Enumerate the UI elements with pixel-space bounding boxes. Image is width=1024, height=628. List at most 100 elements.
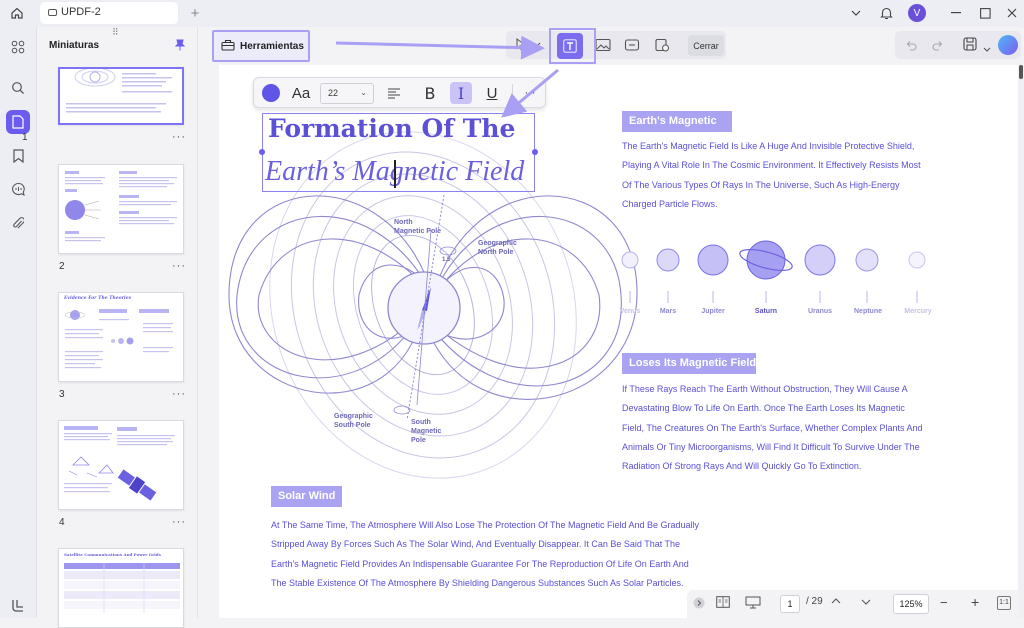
bookmark-icon[interactable] (6, 144, 30, 168)
updf-logo-icon[interactable] (6, 593, 30, 617)
add-text-tool-icon[interactable] (557, 33, 583, 59)
page-number-4: 4 (59, 517, 65, 528)
title-bar: UPDF-2 + V (0, 0, 1024, 27)
pin-icon[interactable] (174, 38, 186, 56)
font-family-button[interactable]: Aa (288, 83, 314, 103)
format-divider (512, 84, 513, 103)
undo-icon[interactable] (905, 38, 917, 56)
attachment-icon[interactable] (6, 211, 30, 235)
next-page-icon[interactable] (861, 598, 871, 609)
more-options-button[interactable]: ··· (520, 83, 540, 103)
loses-line: Animals Or Tiny Microorganisms, Will Fin… (622, 441, 920, 452)
thumbnail-scrollbar[interactable] (199, 27, 218, 618)
zoom-in-icon[interactable]: + (971, 594, 979, 610)
close-edit-button[interactable]: Cerrar (688, 35, 724, 56)
bold-button[interactable]: B (420, 83, 440, 103)
text-format-bar: Aa 22 ⌄ B I U ··· (253, 77, 546, 108)
new-tab-plus-icon[interactable]: + (186, 4, 204, 22)
document-tab-label: UPDF-2 (61, 6, 101, 18)
label-geographic-north-pole: Geographic North Pole (478, 240, 517, 256)
loses-line: Radiation Of Strong Rays And Will Quickl… (622, 461, 862, 472)
actual-size-button[interactable]: 1:1 (997, 596, 1011, 610)
planet-mars (656, 248, 680, 272)
section-label-solar-wind[interactable]: Solar Wind (271, 486, 342, 507)
planet-label-uranus: Uranus (807, 308, 833, 315)
italic-button[interactable]: I (451, 83, 471, 103)
bell-icon[interactable] (877, 4, 895, 22)
solar-paragraph[interactable]: At The Same Time, The Atmosphere Will Al… (271, 516, 699, 593)
thumbnails-icon[interactable] (6, 110, 30, 134)
resize-handle-left[interactable] (259, 149, 265, 155)
search-icon[interactable] (6, 76, 30, 100)
planet-venus (621, 251, 639, 269)
previous-page-icon[interactable] (831, 597, 841, 608)
comments-icon[interactable] (6, 177, 30, 201)
page-3-more-button[interactable]: ··· (172, 388, 186, 400)
font-size-select[interactable]: 22 ⌄ (320, 83, 374, 104)
page-thumbnail-1[interactable] (58, 67, 184, 125)
thumbnails-title: Miniaturas (49, 40, 100, 51)
presentation-icon[interactable] (745, 596, 761, 612)
planet-label-saturn: Saturn (754, 308, 778, 315)
label-angle: 1.5 (442, 257, 451, 263)
page-1-more-button[interactable]: ··· (172, 131, 186, 143)
home-icon[interactable] (8, 4, 26, 22)
maximize-icon[interactable] (976, 4, 994, 22)
save-icon[interactable] (963, 37, 977, 56)
chevron-down-icon[interactable] (847, 4, 865, 22)
planet-neptune (855, 248, 879, 272)
panel-drag-handle[interactable]: ⠿ (112, 27, 119, 38)
page-thumbnail-5[interactable]: Satellite Communications And Power Grids (58, 548, 184, 628)
planet-mercury (908, 251, 926, 269)
earth-line: Charged Particle Flows. (622, 198, 718, 209)
organize-pages-icon[interactable] (6, 35, 30, 59)
font-color-picker[interactable] (262, 84, 280, 102)
page-number-1: 1 (22, 132, 28, 143)
avatar[interactable]: V (908, 4, 926, 22)
text-caret (394, 160, 396, 188)
reading-mode-icon[interactable] (716, 596, 730, 611)
ai-assistant-icon[interactable] (998, 35, 1018, 55)
resize-handle-right[interactable] (532, 149, 538, 155)
collapse-bar-icon[interactable] (693, 597, 705, 612)
section-label-earths-magnetic[interactable]: Earth's Magnetic (622, 111, 732, 132)
planet-label-mars: Mars (659, 308, 677, 315)
page-title-line-1[interactable]: Formation Of The (268, 114, 515, 143)
tools-button[interactable]: Herramientas (212, 30, 310, 62)
loses-paragraph[interactable]: If These Rays Reach The Earth Without Ob… (622, 380, 923, 476)
zoom-out-icon[interactable]: − (940, 595, 948, 610)
page-thumbnail-3[interactable]: Evidence For The Theories (58, 292, 184, 382)
planet-jupiter (697, 244, 729, 276)
document-scrollbar[interactable] (1018, 65, 1024, 618)
planet-label-mercury: Mercury (904, 308, 932, 315)
close-window-icon[interactable] (1003, 4, 1021, 22)
page-thumbnail-4[interactable] (58, 420, 184, 510)
zoom-level-select[interactable]: 125% (893, 594, 929, 614)
redo-icon[interactable] (932, 38, 944, 56)
earth-line: Playing A Vital Role In The Cosmic Envir… (622, 160, 921, 171)
solar-line: Earth's Magnetic Field Provides An Indis… (271, 558, 689, 569)
page-4-more-button[interactable]: ··· (172, 516, 186, 528)
solar-line: At The Same Time, The Atmosphere Will Al… (271, 520, 700, 530)
scrollbar-thumb[interactable] (1019, 65, 1023, 79)
chevron-down-icon: ⌄ (360, 88, 367, 97)
section-label-loses-magnetic-field[interactable]: Loses Its Magnetic Field (622, 353, 756, 374)
save-options-chevron-icon[interactable] (983, 40, 991, 58)
align-left-icon[interactable] (384, 83, 404, 103)
page-2-more-button[interactable]: ··· (172, 260, 186, 272)
page-thumbnail-2[interactable] (58, 164, 184, 254)
page-number-2: 2 (59, 261, 65, 272)
select-tool-icon[interactable] (510, 34, 544, 56)
loses-line: Devastating Blow To Life On Earth. Once … (622, 403, 905, 414)
edit-stamp-icon[interactable] (651, 34, 673, 56)
document-tab[interactable]: UPDF-2 (40, 2, 178, 24)
loses-line: If These Rays Reach The Earth Without Ob… (622, 384, 908, 394)
minimize-icon[interactable] (947, 4, 965, 22)
earth-line: The Earth's Magnetic Field Is Like A Hug… (622, 141, 915, 151)
underline-button[interactable]: U (482, 83, 502, 103)
edit-link-icon[interactable] (621, 34, 643, 56)
page-number-input[interactable]: 1 (780, 595, 800, 613)
earth-line: Of The Various Types Of Rays In The Univ… (622, 179, 900, 190)
earth-paragraph[interactable]: The Earth's Magnetic Field Is Like A Hug… (622, 137, 921, 214)
label-north-magnetic-pole: North Magnetic Pole (394, 219, 442, 235)
